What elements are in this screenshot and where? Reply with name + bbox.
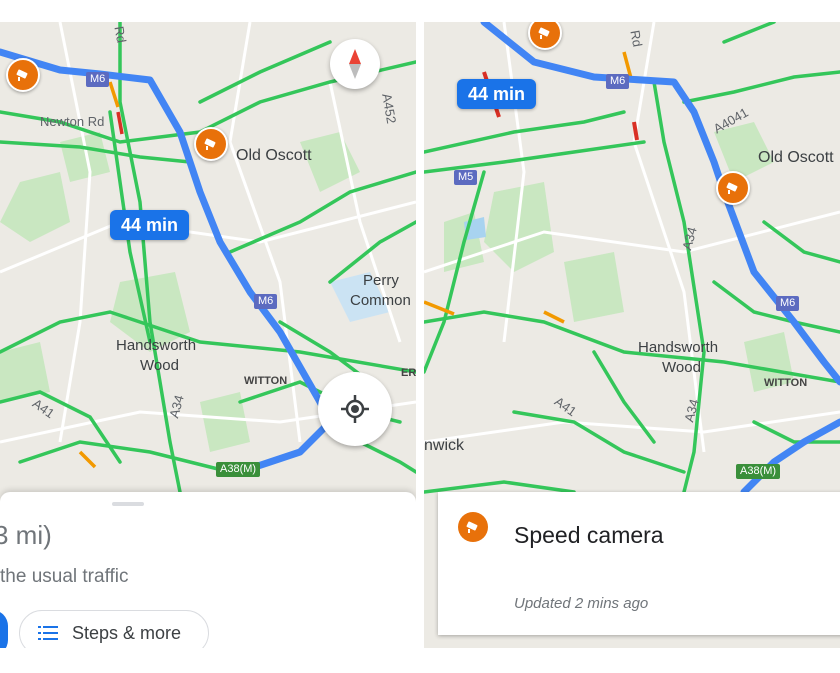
- speed-camera-marker[interactable]: [716, 171, 750, 205]
- place-label: WITTON: [244, 375, 288, 387]
- speed-camera-marker[interactable]: [6, 58, 40, 92]
- road-label: Rd: [111, 25, 130, 44]
- speed-camera-card[interactable]: Speed camera Updated 2 mins ago: [438, 492, 840, 635]
- place-label: Handsworth: [638, 339, 719, 356]
- speed-camera-icon: [204, 138, 216, 150]
- traffic-note: the usual traffic: [0, 566, 129, 587]
- speed-camera-badge: [458, 512, 488, 542]
- map-view-left[interactable]: Rd A452 Newton Rd Old Oscott Perry Commo…: [0, 22, 416, 648]
- eta-bubble[interactable]: 44 min: [110, 210, 190, 240]
- speed-camera-icon: [726, 182, 738, 194]
- road-label: Rd: [627, 29, 646, 48]
- speed-camera-icon: [538, 27, 550, 39]
- place-label: ER: [401, 367, 416, 379]
- place-label: Old Oscott: [236, 147, 312, 164]
- list-icon: [38, 626, 58, 640]
- place-label: Newton Rd: [40, 114, 105, 129]
- place-label: Wood: [140, 357, 179, 374]
- motorway-shield: M6: [86, 72, 110, 88]
- motorway-shield: M5: [454, 170, 478, 186]
- motorway-shield: M6: [254, 294, 278, 310]
- place-label: WITTON: [764, 377, 808, 389]
- card-updated-time: Updated 2 mins ago: [514, 595, 649, 612]
- speed-camera-icon: [16, 69, 28, 81]
- steps-button-label: Steps & more: [72, 622, 182, 643]
- route-bottom-sheet[interactable]: 3 mi) the usual traffic Steps & more: [0, 492, 416, 648]
- place-label: Wood: [662, 359, 701, 376]
- compass-icon: [349, 49, 361, 79]
- speed-camera-icon: [466, 521, 478, 533]
- road-shield: A38(M): [216, 462, 261, 478]
- compass-button[interactable]: [330, 39, 380, 89]
- place-label: Common: [350, 292, 411, 309]
- steps-and-more-button[interactable]: Steps & more: [19, 610, 209, 648]
- speed-camera-marker[interactable]: [194, 127, 228, 161]
- my-location-icon: [341, 395, 369, 423]
- road-shield: A38(M): [736, 464, 781, 480]
- route-distance: 3 mi): [0, 520, 52, 550]
- place-label: Perry: [363, 272, 399, 289]
- eta-bubble[interactable]: 44 min: [457, 79, 537, 109]
- sheet-drag-handle[interactable]: [112, 502, 144, 506]
- place-label: Old Oscott: [758, 149, 834, 166]
- motorway-shield: M6: [606, 74, 630, 90]
- motorway-shield: M6: [776, 296, 800, 312]
- place-label: nwick: [424, 437, 465, 454]
- my-location-button[interactable]: [318, 372, 392, 446]
- place-label: Handsworth: [116, 337, 197, 354]
- start-button[interactable]: [0, 610, 8, 648]
- card-title: Speed camera: [514, 522, 664, 548]
